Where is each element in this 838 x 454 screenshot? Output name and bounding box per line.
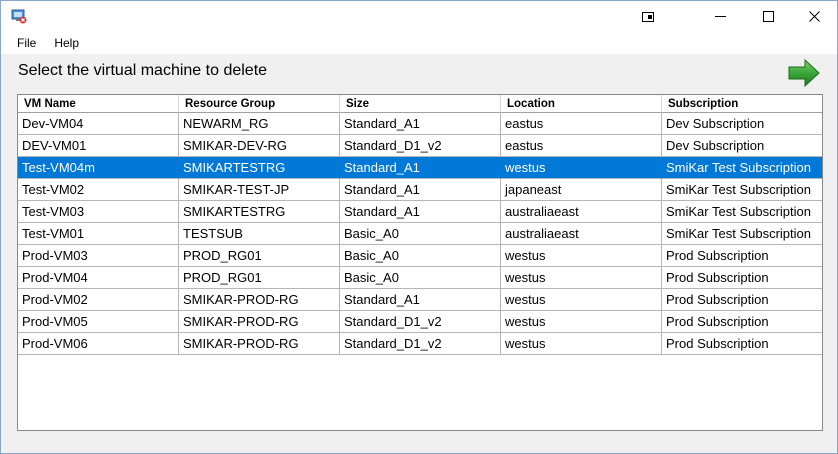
table-cell: SmiKar Test Subscription [662,223,822,245]
table-cell: Prod Subscription [662,333,822,355]
next-arrow-icon[interactable] [787,57,821,89]
table-cell: PROD_RG01 [179,267,340,289]
vm-list[interactable]: VM Name Resource Group Size Location Sub… [17,94,823,431]
table-cell: Basic_A0 [340,223,501,245]
table-cell: Prod-VM03 [18,245,179,267]
table-cell: Basic_A0 [340,267,501,289]
table-cell: Standard_A1 [340,289,501,311]
table-cell: PROD_RG01 [179,245,340,267]
table-cell: westus [501,333,662,355]
table-cell: eastus [501,135,662,157]
table-cell: SmiKar Test Subscription [662,157,822,179]
table-cell: australiaeast [501,223,662,245]
column-header-size[interactable]: Size [340,95,501,113]
table-cell: Prod-VM02 [18,289,179,311]
table-row[interactable]: Prod-VM03 PROD_RG01 Basic_A0 westus Prod Sub… [18,245,822,267]
app-icon [11,9,27,24]
menu-bar: File Help [1,32,837,54]
table-cell: Test-VM04m [18,157,179,179]
table-cell: DEV-VM01 [18,135,179,157]
table-cell: Dev Subscription [662,113,822,135]
table-cell: Standard_A1 [340,113,501,135]
table-cell: japaneast [501,179,662,201]
table-cell: SMIKARTESTRG [179,157,340,179]
table-cell: SmiKar Test Subscription [662,201,822,223]
table-row[interactable]: DEV-VM01 SMIKAR-DEV-RG Standard_D1_v2 eastu… [18,135,822,157]
maximize-icon [762,11,774,22]
table-cell: Standard_D1_v2 [340,333,501,355]
table-row[interactable]: Prod-VM05 SMIKAR-PROD-RG Standard_D1_v2 wes… [18,311,822,333]
minimize-button[interactable] [697,1,743,32]
table-row[interactable]: Test-VM04m SMIKARTESTRG Standard_A1 westus S… [18,157,822,179]
table-cell: Standard_D1_v2 [340,135,501,157]
table-cell: Basic_A0 [340,245,501,267]
table-cell: Prod Subscription [662,311,822,333]
table-row[interactable]: Prod-VM06 SMIKAR-PROD-RG Standard_D1_v2 wes… [18,333,822,355]
table-row[interactable]: Test-VM01 TESTSUB Basic_A0 australiaeast Smi… [18,223,822,245]
table-row[interactable]: Dev-VM04 NEWARM_RG Standard_A1 eastus Dev Su… [18,113,822,135]
table-cell: NEWARM_RG [179,113,340,135]
table-cell: westus [501,157,662,179]
table-row[interactable]: Prod-VM04 PROD_RG01 Basic_A0 westus Prod Sub… [18,267,822,289]
table-cell: Standard_A1 [340,157,501,179]
table-cell: Test-VM02 [18,179,179,201]
vm-list-header: VM Name Resource Group Size Location Sub… [18,95,822,113]
table-cell: Standard_A1 [340,201,501,223]
table-cell: Dev-VM04 [18,113,179,135]
close-icon [808,11,820,22]
app-window: File Help Select the virtual machine to … [0,0,838,454]
table-row[interactable]: Prod-VM02 SMIKAR-PROD-RG Standard_A1 westus… [18,289,822,311]
table-cell: westus [501,267,662,289]
table-cell: TESTSUB [179,223,340,245]
table-cell: westus [501,289,662,311]
menu-help[interactable]: Help [45,32,88,54]
tablet-mode-icon [642,11,654,22]
table-row[interactable]: Test-VM03 SMIKARTESTRG Standard_A1 australi… [18,201,822,223]
table-cell: Dev Subscription [662,135,822,157]
table-cell: Prod Subscription [662,267,822,289]
maximize-button[interactable] [745,1,791,32]
page-heading: Select the virtual machine to delete [18,62,268,79]
table-cell: SMIKAR-PROD-RG [179,311,340,333]
table-cell: SMIKAR-PROD-RG [179,289,340,311]
table-cell: Prod Subscription [662,245,822,267]
table-cell: Test-VM01 [18,223,179,245]
table-cell: SMIKAR-DEV-RG [179,135,340,157]
table-cell: SMIKARTESTRG [179,201,340,223]
close-button[interactable] [791,1,837,32]
column-header-vm-name[interactable]: VM Name [18,95,179,113]
tablet-mode-button[interactable] [625,1,671,32]
table-row[interactable]: Test-VM02 SMIKAR-TEST-JP Standard_A1 japane… [18,179,822,201]
column-header-subscription[interactable]: Subscription [662,95,822,113]
column-header-location[interactable]: Location [501,95,662,113]
table-cell: westus [501,311,662,333]
table-cell: SmiKar Test Subscription [662,179,822,201]
table-cell: Prod-VM05 [18,311,179,333]
table-cell: Standard_D1_v2 [340,311,501,333]
table-cell: Prod-VM04 [18,267,179,289]
table-cell: westus [501,245,662,267]
table-cell: australiaeast [501,201,662,223]
table-cell: SMIKAR-TEST-JP [179,179,340,201]
table-cell: eastus [501,113,662,135]
table-cell: Prod-VM06 [18,333,179,355]
table-cell: Prod Subscription [662,289,822,311]
table-cell: Standard_A1 [340,179,501,201]
title-bar[interactable] [1,1,837,32]
minimize-icon [714,16,726,17]
column-header-resource-group[interactable]: Resource Group [179,95,340,113]
menu-file[interactable]: File [1,32,45,54]
table-cell: SMIKAR-PROD-RG [179,333,340,355]
table-cell: Test-VM03 [18,201,179,223]
